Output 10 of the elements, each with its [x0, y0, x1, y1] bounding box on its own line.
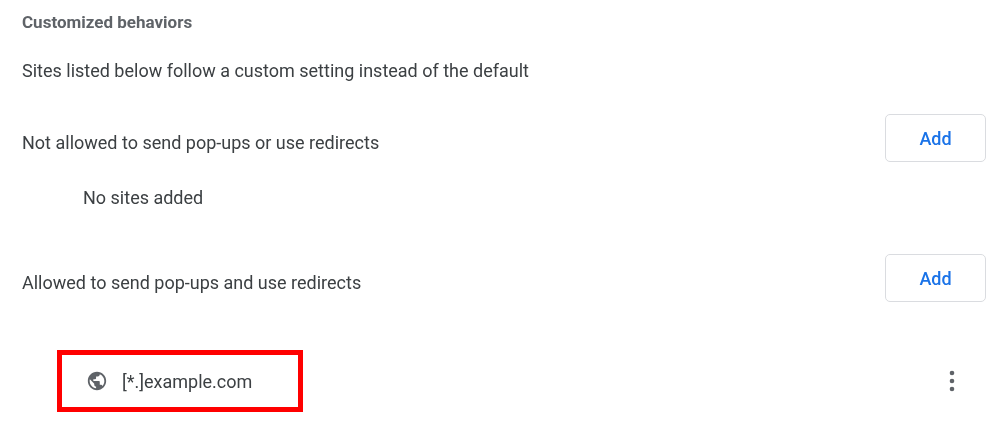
more-icon: [949, 370, 955, 392]
category-label: Allowed to send pop-ups and use redirects: [22, 270, 362, 295]
section-description: Sites listed below follow a custom setting instead of the default: [22, 59, 530, 81]
empty-message: No sites added: [83, 186, 205, 208]
add-button[interactable]: Add: [885, 114, 986, 162]
site-pattern: [*.]example.com: [122, 369, 253, 394]
globe-icon: [86, 370, 108, 392]
add-button[interactable]: Add: [885, 254, 986, 302]
section-heading: Customized behaviors: [22, 11, 194, 34]
category-label: Not allowed to send pop-ups or use redirects: [22, 130, 380, 155]
